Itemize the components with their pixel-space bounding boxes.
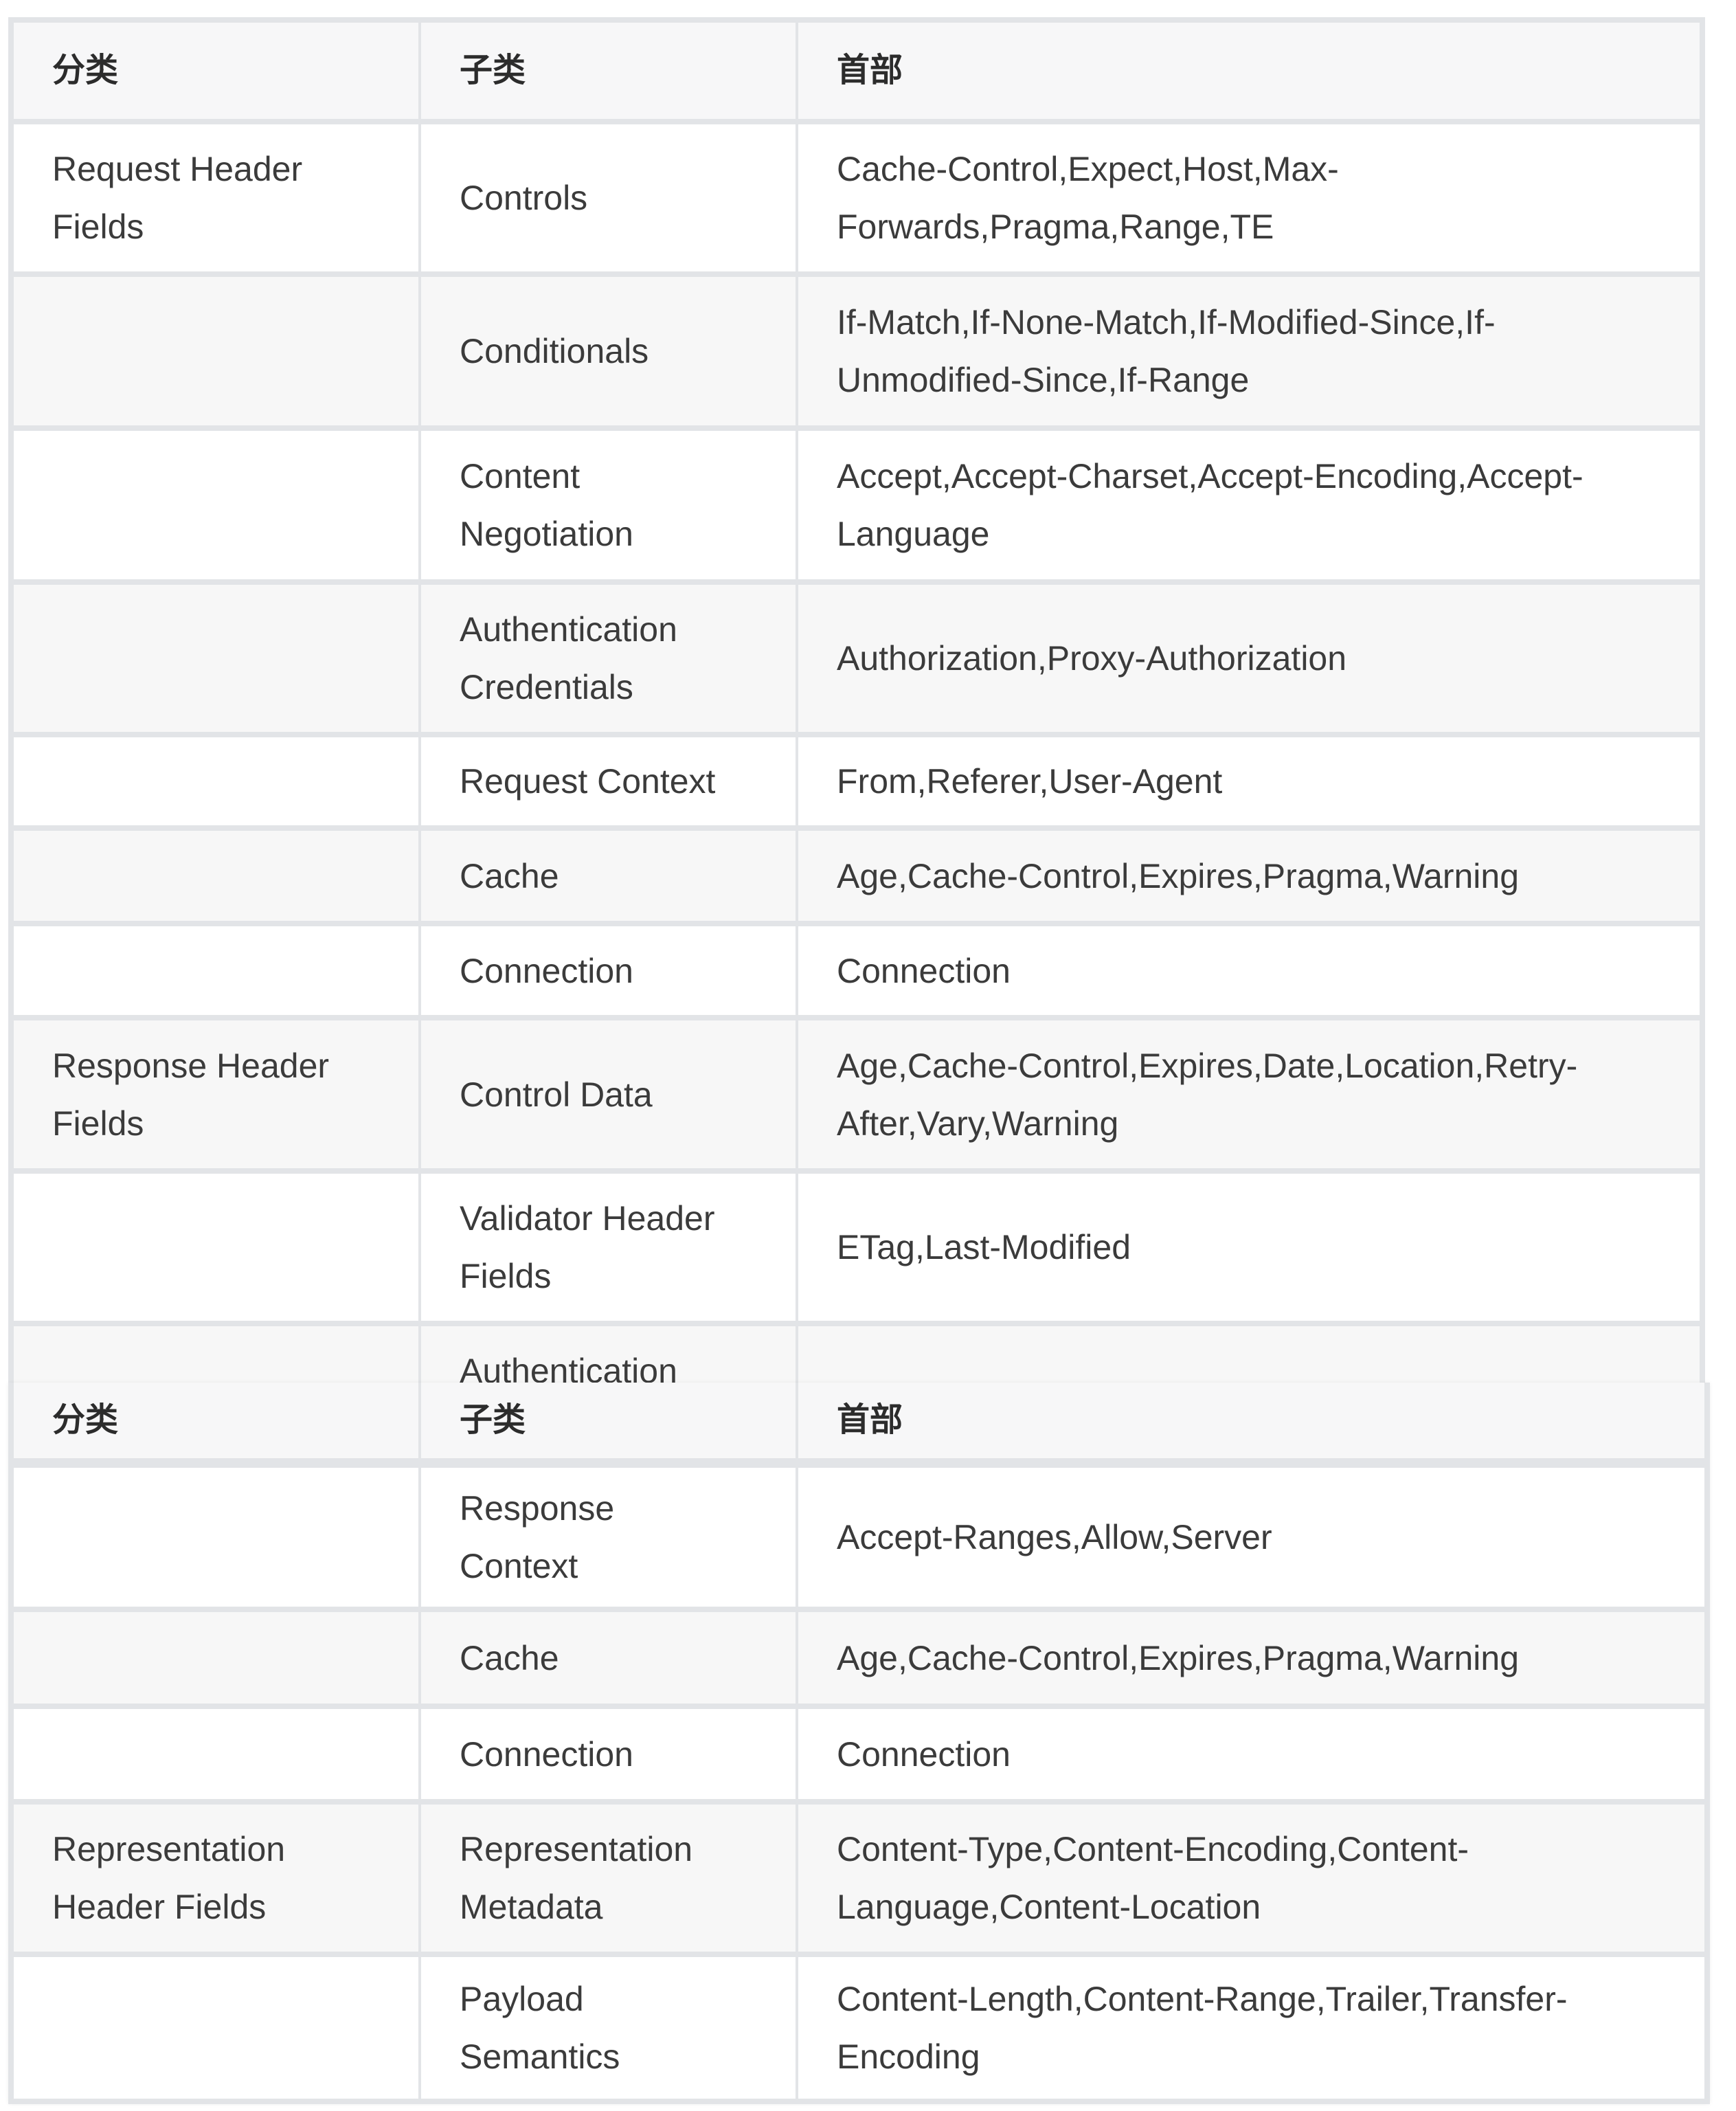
headers-cell: Connection [837, 1734, 1011, 1774]
column-header-category: 分类 [14, 1383, 421, 1458]
subcategory-cell: Authentication Credentials [421, 585, 798, 732]
category-cell [14, 1612, 421, 1704]
headers-cell: If-Match,If-None-Match,If-Modified-Since… [837, 303, 1496, 399]
subcategory-cell: Conditionals [421, 277, 798, 425]
table-header-row: 分类 子类 首部 [14, 1383, 1704, 1458]
table-row: Validator Header Fields ETag,Last-Modifi… [14, 1168, 1700, 1321]
subcategory-cell: Payload Semantics [421, 1957, 798, 2099]
category-cell: Representation Header Fields [14, 1805, 421, 1952]
headers-cell: Content-Type,Content-Encoding,Content-La… [837, 1830, 1469, 1926]
headers-cell: Connection [837, 951, 1011, 990]
table-row: Response Context Accept-Ranges,Allow,Ser… [14, 1458, 1704, 1607]
subcategory-cell: Response Context [421, 1468, 798, 1607]
category-cell [14, 1957, 421, 2099]
headers-cell: Accept,Accept-Charset,Accept-Encoding,Ac… [837, 457, 1583, 553]
category-cell [14, 737, 421, 825]
http-headers-table: 分类 子类 首部 Request Header Fields Controls … [8, 17, 1705, 1473]
category-cell [14, 926, 421, 1015]
headers-cell: Age,Cache-Control,Expires,Pragma,Warning [837, 856, 1520, 895]
category-cell: Response Header Fields [14, 1020, 421, 1168]
table-row: Connection Connection [14, 921, 1700, 1015]
column-header-subcategory: 子类 [421, 23, 798, 119]
headers-cell: Age,Cache-Control,Expires,Pragma,Warning [837, 1638, 1520, 1677]
subcategory-cell: Content Negotiation [421, 431, 798, 579]
subcategory-cell: Connection [421, 1709, 798, 1799]
table-row: Cache Age,Cache-Control,Expires,Pragma,W… [14, 1607, 1704, 1704]
headers-cell: From,Referer,User-Agent [837, 762, 1223, 801]
column-header-headers: 首部 [837, 52, 903, 89]
column-header-subcategory: 子类 [421, 1383, 798, 1458]
category-cell: Request Header Fields [14, 124, 421, 271]
table-row: Cache Age,Cache-Control,Expires,Pragma,W… [14, 825, 1700, 921]
subcategory-cell: Connection [421, 926, 798, 1015]
headers-cell: Age,Cache-Control,Expires,Date,Location,… [837, 1046, 1578, 1143]
subcategory-cell: Validator Header Fields [421, 1174, 798, 1321]
table-row: Authentication Credentials Authorization… [14, 579, 1700, 732]
http-headers-table-continued: 分类 子类 首部 Response Context Accept-Ranges,… [8, 1383, 1710, 2104]
column-header-headers: 首部 [837, 1402, 903, 1438]
table-row: Content Negotiation Accept,Accept-Charse… [14, 425, 1700, 579]
table-row: Request Header Fields Controls Cache-Con… [14, 119, 1700, 271]
headers-cell: Content-Length,Content-Range,Trailer,Tra… [837, 1980, 1568, 2076]
subcategory-cell: Representation Metadata [421, 1805, 798, 1952]
subcategory-cell: Control Data [421, 1020, 798, 1168]
table-row: Response Header Fields Control Data Age,… [14, 1015, 1700, 1168]
subcategory-cell: Controls [421, 124, 798, 271]
headers-cell: ETag,Last-Modified [837, 1228, 1131, 1266]
table-row: Representation Header Fields Representat… [14, 1799, 1704, 1952]
subcategory-cell: Cache [421, 831, 798, 921]
subcategory-cell: Cache [421, 1612, 798, 1704]
category-cell [14, 277, 421, 425]
category-cell [14, 585, 421, 732]
table-row: Payload Semantics Content-Length,Content… [14, 1952, 1704, 2099]
column-header-category: 分类 [14, 23, 421, 119]
category-cell [14, 1468, 421, 1607]
table-row: Connection Connection [14, 1704, 1704, 1799]
category-cell [14, 831, 421, 921]
category-cell [14, 1174, 421, 1321]
table-row: Request Context From,Referer,User-Agent [14, 732, 1700, 825]
headers-cell: Authorization,Proxy-Authorization [837, 639, 1347, 678]
category-cell [14, 1709, 421, 1799]
category-cell [14, 431, 421, 579]
table-header-row: 分类 子类 首部 [14, 23, 1700, 119]
table-row: Conditionals If-Match,If-None-Match,If-M… [14, 271, 1700, 425]
subcategory-cell: Request Context [421, 737, 798, 825]
headers-cell: Cache-Control,Expect,Host,Max-Forwards,P… [837, 150, 1339, 246]
headers-cell: Accept-Ranges,Allow,Server [837, 1518, 1272, 1556]
